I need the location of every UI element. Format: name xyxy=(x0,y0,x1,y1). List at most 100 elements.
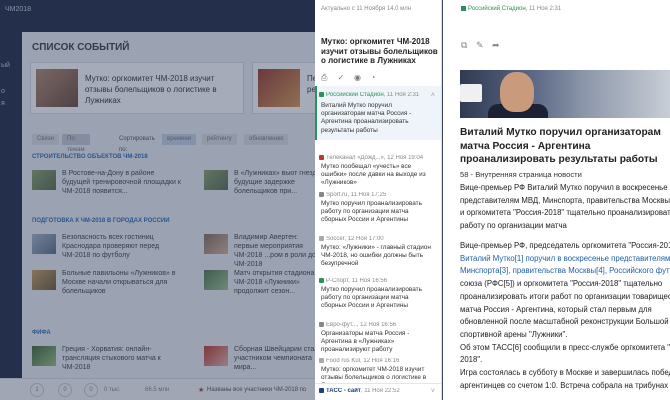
section-header[interactable]: ФИФА xyxy=(32,330,51,336)
person-head xyxy=(500,72,534,112)
collapse-icon[interactable]: ˄ xyxy=(431,92,435,99)
article-headline: Виталий Мутко поручил организаторам матч… xyxy=(460,127,661,165)
source-icon xyxy=(319,358,324,363)
section-header[interactable]: ПОДГОТОВКА К ЧМ-2018 В ГОРОДАХ РОССИИ xyxy=(32,218,170,224)
event-row[interactable]: Больные павильоны «Лужников» в Москве на… xyxy=(32,268,182,295)
item-source[interactable]: Российский Стадион, 11 Ноя 2:31 xyxy=(319,92,433,98)
source-icon xyxy=(319,322,324,327)
text-line: представителям МВД, Минспорта, правитель… xyxy=(460,195,670,205)
item-source[interactable]: Soccer, 12 Ноя 17:00 xyxy=(319,236,433,242)
expand-icon[interactable]: ˅ xyxy=(431,388,435,395)
event-title: Мутко: оргкомитет ЧМ-2018 изучит отзывы … xyxy=(85,74,217,105)
event-title: Греция - Хорватия: онлайн-трансляция сты… xyxy=(62,346,161,371)
news-item-text[interactable]: Мутко: «Лужники» - главный стадион ЧМ-20… xyxy=(321,244,433,269)
text-line: Вице-премьер РФ, председатель оргкомитет… xyxy=(460,241,670,250)
sort-updates[interactable]: обновлению xyxy=(244,134,289,145)
speed-icon[interactable]: ◔ xyxy=(371,73,381,82)
news-item-text[interactable]: Мутко поручил проанализировать работу по… xyxy=(321,200,433,225)
sidebar-item[interactable]: ый xyxy=(1,62,10,69)
item-source[interactable]: ТАСС - сайт, 11 Ноя 22:52 xyxy=(319,388,433,394)
item-source[interactable]: Телеканал «Дожд...», 12 Ноя 19:04 xyxy=(319,155,433,161)
event-thumbnail xyxy=(204,170,228,190)
event-row[interactable]: Греция - Хорватия: онлайн-трансляция сты… xyxy=(32,344,182,371)
audience-count: 66.5 млн xyxy=(145,387,170,393)
source-icon xyxy=(461,6,466,11)
event-title: Владимир Авертен: первые мероприятия ЧМ-… xyxy=(234,234,315,268)
source-icon xyxy=(319,236,324,241)
item-source[interactable]: Food rus Kul, 12 Ноя 16:16 xyxy=(319,358,433,364)
external-link-icon[interactable]: ⧉ xyxy=(461,40,467,50)
check-icon[interactable]: ✓ xyxy=(338,73,348,82)
app-bottom-bar: 1 0 0 0 тыс. 66.5 млн ★ Названы все учас… xyxy=(0,378,315,400)
article-photo xyxy=(460,70,670,118)
share-icon[interactable]: ➦ xyxy=(492,40,500,50)
section-header[interactable]: СТРОИТЕЛЬСТВО ОБЪЕКТОВ ЧМ-2018 xyxy=(32,154,148,160)
news-item-text[interactable]: Мутко поручил проанализировать работу по… xyxy=(321,286,433,311)
counter-badge[interactable]: 1 xyxy=(30,383,44,397)
top-event-card[interactable]: Первы... регион... xyxy=(252,62,315,114)
news-item-text[interactable]: Виталий Мутко поручил организаторам матч… xyxy=(321,102,433,135)
event-row[interactable]: Безопасность всех гостиниц Краснодара пр… xyxy=(32,232,182,259)
event-thumbnail xyxy=(258,69,300,107)
article-panel: Российский Стадион, 11 Ноя 2:31 ⧉ ✎ ➦ Ви… xyxy=(443,0,670,400)
edit-icon[interactable]: ✎ xyxy=(476,40,484,50)
event-row[interactable]: В Ростове-на-Дону в районе будущей трени… xyxy=(32,168,182,195)
event-row[interactable]: Сборная Швейцарии стала участником чемпи… xyxy=(204,344,315,371)
news-item-text[interactable]: Организаторы матча Россия - Аргентина в … xyxy=(321,330,433,355)
views-count: 0 тыс. xyxy=(104,387,121,393)
event-title: В Ростове-на-Дону в районе будущей трени… xyxy=(62,170,181,195)
story-cluster-panel: Актуально с 11 Ноября 14.0 млн Мутко: ор… xyxy=(315,0,442,400)
text-line: работу по организации матча xyxy=(460,221,567,231)
text-line[interactable]: Виталий Мутко[1] поручил в воскресенье п… xyxy=(460,253,670,266)
counter-badge[interactable]: 0 xyxy=(58,383,72,397)
article-subline: 58 - Внутренняя страница новости xyxy=(460,170,582,179)
counter-badge[interactable]: 0 xyxy=(84,383,98,397)
tass-icon xyxy=(319,388,324,393)
event-title: В «Лужниках» вьют гнезда: будущие задерж… xyxy=(234,170,315,195)
event-thumbnail xyxy=(32,170,56,190)
event-title: Первы... регион... xyxy=(307,74,315,94)
app-sidebar: ый о я xyxy=(0,32,22,400)
print-icon[interactable]: ⎙ xyxy=(321,73,331,83)
event-title: Матч открытия стадиона ЧМ-2018 «Лужники»… xyxy=(234,270,315,295)
sort-time[interactable]: времени xyxy=(162,134,196,145)
sidebar-item[interactable]: о xyxy=(1,88,5,95)
top-event-card[interactable]: Мутко: оргкомитет ЧМ-2018 изучит отзывы … xyxy=(30,62,244,114)
broadcast-icon[interactable]: ◉ xyxy=(354,73,364,82)
event-title: Больные павильоны «Лужников» в Москве на… xyxy=(62,270,176,295)
event-row[interactable]: Матч открытия стадиона ЧМ-2018 «Лужники»… xyxy=(204,268,315,295)
text-line: союза (РФС[5]) и оргкомитета "Россия-201… xyxy=(460,279,663,289)
event-thumbnail xyxy=(204,270,228,290)
events-list-area: СПИСОК СОБЫТИЙ Мутко: оргкомитет ЧМ-2018… xyxy=(22,32,315,400)
news-item-text[interactable]: Мутко пообещал «учесть» все ошибки» посл… xyxy=(321,163,433,188)
story-actions: ⎙ ✓ ◉ ◔ xyxy=(321,72,385,82)
article-source[interactable]: Российский Стадион, 11 Ноя 2:31 xyxy=(461,6,561,12)
event-title: Безопасность всех гостиниц Краснодара пр… xyxy=(62,234,160,259)
sort-label: Сортировать по: xyxy=(119,136,155,153)
event-thumbnail xyxy=(32,234,56,254)
event-row[interactable]: В «Лужниках» вьют гнезда: будущие задерж… xyxy=(204,168,315,195)
text-line[interactable]: Минспорта[3], правительства Москвы[4], Р… xyxy=(460,265,670,278)
filter-topics[interactable]: По темам xyxy=(62,134,90,153)
ticker-text[interactable]: Названы все участники ЧМ-2018 по xyxy=(207,387,306,393)
text-line: Об этом ТАСС[6] сообщили в пресс-службе … xyxy=(460,342,670,352)
events-app: ЧМ2018 ый о я СПИСОК СОБЫТИЙ Мутко: оргк… xyxy=(0,0,315,400)
event-thumbnail xyxy=(32,270,56,290)
item-source[interactable]: Sport.ru, 11 Ноя 17:25 xyxy=(319,192,433,198)
article-lead: Вице-премьер РФ Виталий Мутко поручил в … xyxy=(460,182,670,233)
ministry-logo xyxy=(460,84,482,102)
item-source[interactable]: P-Спорт, 11 Ноя 16:56 xyxy=(319,278,433,284)
bottom-source-bar[interactable]: ТАСС - сайт, 11 Ноя 22:52 ˅ xyxy=(315,383,441,400)
text-line: Игра состоялась в субботу в Москве и зав… xyxy=(460,368,670,378)
sort-rating[interactable]: рейтингу xyxy=(202,134,237,145)
item-source[interactable]: Евро-фут..., 12 Ноя 16:56 xyxy=(319,322,433,328)
text-line: матча Россия - Аргентина, который стал п… xyxy=(460,304,652,314)
event-row[interactable]: Владимир Авертен: первые мероприятия ЧМ-… xyxy=(204,232,315,268)
text-line: 2018". xyxy=(460,355,483,365)
text-line: аргентинцев со счетом 1:0. Встреча собра… xyxy=(460,380,670,390)
sidebar-item[interactable]: я xyxy=(1,100,5,107)
star-icon: ★ xyxy=(198,387,205,394)
events-title: СПИСОК СОБЫТИЙ xyxy=(32,42,130,53)
app-logo[interactable]: ЧМ2018 xyxy=(5,6,31,13)
filter-links[interactable]: Связи xyxy=(32,134,59,145)
